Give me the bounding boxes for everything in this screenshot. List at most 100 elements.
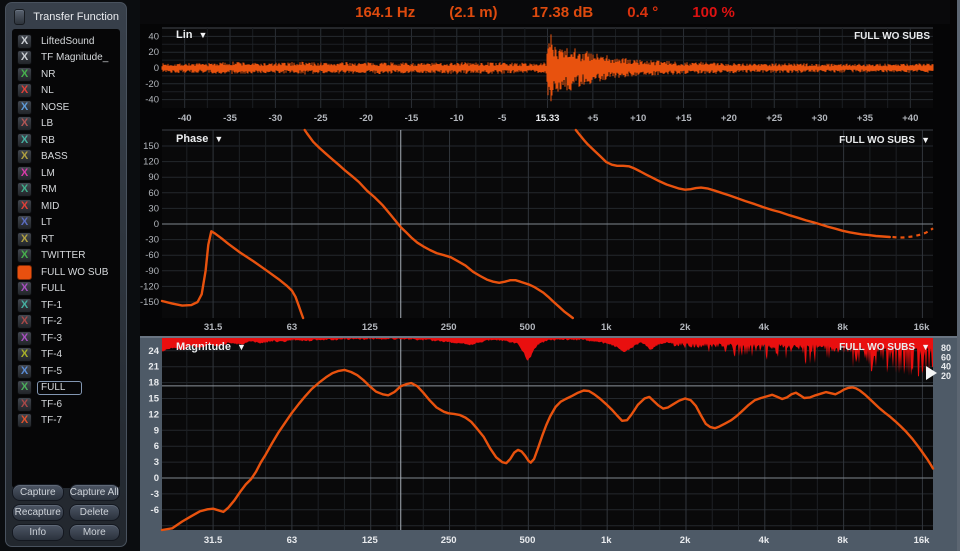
- svg-text:12: 12: [148, 409, 159, 420]
- x-icon[interactable]: X: [17, 149, 32, 165]
- x-icon[interactable]: X: [17, 215, 32, 231]
- measurement-item[interactable]: X TF-7: [12, 413, 120, 430]
- readout-phase: 0.4 °: [627, 3, 659, 21]
- x-icon[interactable]: X: [17, 314, 32, 330]
- measurement-label: MID: [41, 200, 60, 212]
- panel-toggle-button[interactable]: [14, 9, 26, 25]
- measurement-label: TF-2: [41, 316, 63, 328]
- measurement-item[interactable]: X NR: [12, 66, 120, 83]
- recapture-button[interactable]: Recapture: [12, 504, 64, 521]
- x-icon[interactable]: X: [17, 132, 32, 148]
- measurement-item[interactable]: X BASS: [12, 149, 120, 166]
- measurement-label: TF-1: [41, 299, 63, 311]
- measurement-item[interactable]: X TF-6: [12, 396, 120, 413]
- x-icon[interactable]: X: [17, 347, 32, 363]
- phase-trace-selector[interactable]: FULL WO SUBS: [839, 135, 930, 146]
- svg-text:+30: +30: [812, 113, 828, 124]
- x-icon[interactable]: X: [17, 363, 32, 379]
- magnitude-plot[interactable]: 24211815129630-3-631.5 63 125 250 500 1k 2k 4k 8…: [140, 336, 960, 551]
- measurement-label: FULL WO SUB: [41, 266, 109, 278]
- measurement-item[interactable]: X TF-5: [12, 363, 120, 380]
- measurement-label: NR: [41, 68, 56, 80]
- svg-text:125: 125: [362, 322, 379, 333]
- measurement-item[interactable]: X FULL: [12, 281, 120, 298]
- svg-text:16k: 16k: [914, 535, 931, 546]
- measurement-item[interactable]: X TWITTER: [12, 248, 120, 265]
- lin-plot-type-selector[interactable]: Lin: [176, 29, 207, 41]
- x-icon[interactable]: X: [17, 50, 32, 66]
- x-icon[interactable]: X: [17, 182, 32, 198]
- svg-text:20: 20: [941, 371, 951, 381]
- x-icon[interactable]: X: [17, 99, 32, 115]
- svg-text:250: 250: [441, 535, 457, 546]
- measurement-item[interactable]: X TF-4: [12, 347, 120, 364]
- dropdown-icon: [199, 29, 208, 41]
- x-icon[interactable]: X: [17, 198, 32, 214]
- svg-text:+40: +40: [902, 113, 918, 124]
- measurement-item[interactable]: X TF-2: [12, 314, 120, 331]
- measurement-label: LB: [41, 118, 54, 130]
- delete-button[interactable]: Delete: [68, 504, 120, 521]
- x-icon[interactable]: X: [17, 281, 32, 297]
- svg-text:-20: -20: [359, 113, 373, 124]
- active-measurement-icon[interactable]: [17, 264, 32, 280]
- measurement-item[interactable]: X LM: [12, 165, 120, 182]
- measurement-item[interactable]: X FULL: [12, 380, 120, 397]
- measurement-label: FULL: [41, 283, 66, 295]
- svg-text:0: 0: [154, 63, 159, 74]
- play-icon[interactable]: [926, 366, 937, 380]
- measurement-item[interactable]: X RB: [12, 132, 120, 149]
- measurement-item[interactable]: X NL: [12, 83, 120, 100]
- x-icon[interactable]: X: [17, 66, 32, 82]
- measurement-label: TF-6: [41, 398, 63, 410]
- x-icon[interactable]: X: [17, 231, 32, 247]
- x-icon[interactable]: X: [17, 116, 32, 132]
- x-icon[interactable]: X: [17, 380, 32, 396]
- svg-text:3: 3: [154, 457, 159, 468]
- measurement-item[interactable]: X LB: [12, 116, 120, 133]
- phase-plot-type-selector[interactable]: Phase: [176, 133, 223, 145]
- svg-text:9: 9: [154, 425, 159, 436]
- x-icon[interactable]: X: [17, 165, 32, 181]
- svg-text:8k: 8k: [837, 322, 848, 333]
- dropdown-icon: [921, 135, 930, 146]
- readout-frequency: 164.1 Hz: [355, 3, 416, 21]
- measurement-item[interactable]: X LiftedSound: [12, 33, 120, 50]
- measurement-item[interactable]: X RM: [12, 182, 120, 199]
- svg-text:+15: +15: [675, 113, 692, 124]
- phase-plot[interactable]: 150 120 90 60 30 0 -30 -60 -90 -120 -150 31.5 63 125 2…: [140, 128, 960, 336]
- dropdown-icon: [921, 342, 930, 353]
- measurement-item[interactable]: X MID: [12, 198, 120, 215]
- measurement-label: RB: [41, 134, 55, 146]
- x-icon[interactable]: X: [17, 396, 32, 412]
- cursor-readout: 164.1 Hz (2.1 m) 17.38 dB 0.4 ° 100 %: [140, 0, 950, 24]
- svg-text:4k: 4k: [759, 322, 770, 333]
- measurement-item[interactable]: X TF Magnitude_: [12, 50, 120, 67]
- magnitude-plot-type-selector[interactable]: Magnitude: [176, 341, 246, 353]
- measurement-label: NOSE: [41, 101, 70, 113]
- x-icon[interactable]: X: [17, 297, 32, 313]
- svg-text:-60: -60: [145, 250, 159, 261]
- x-icon[interactable]: X: [17, 413, 32, 429]
- capture-button[interactable]: Capture: [12, 484, 64, 501]
- x-icon[interactable]: X: [17, 248, 32, 264]
- measurement-item[interactable]: FULL WO SUB: [12, 264, 120, 281]
- magnitude-trace-selector[interactable]: FULL WO SUBS: [839, 342, 930, 353]
- info-button[interactable]: Info: [12, 524, 64, 541]
- measurement-item[interactable]: X NOSE: [12, 99, 120, 116]
- impulse-response-plot[interactable]: 40 20 0 -20 -40 -40 -35 -30 -25 -20 -15 -10 -5 15.33 +…: [140, 25, 960, 128]
- measurement-list[interactable]: X LiftedSound X TF Magnitude_ X NR X NL X NOSE X LB…: [12, 29, 120, 488]
- more-button[interactable]: More: [68, 524, 120, 541]
- svg-text:0: 0: [154, 219, 159, 230]
- measurement-name-edit-field[interactable]: FULL: [37, 380, 83, 395]
- x-icon[interactable]: X: [17, 33, 32, 49]
- measurement-item[interactable]: X TF-1: [12, 297, 120, 314]
- x-icon[interactable]: X: [17, 83, 32, 99]
- svg-text:120: 120: [143, 157, 159, 168]
- measurement-item[interactable]: X LT: [12, 215, 120, 232]
- measurement-item[interactable]: X RT: [12, 231, 120, 248]
- capture-all-button[interactable]: Capture All: [68, 484, 120, 501]
- measurement-item[interactable]: X TF-3: [12, 330, 120, 347]
- measurement-label: TWITTER: [41, 250, 86, 262]
- x-icon[interactable]: X: [17, 330, 32, 346]
